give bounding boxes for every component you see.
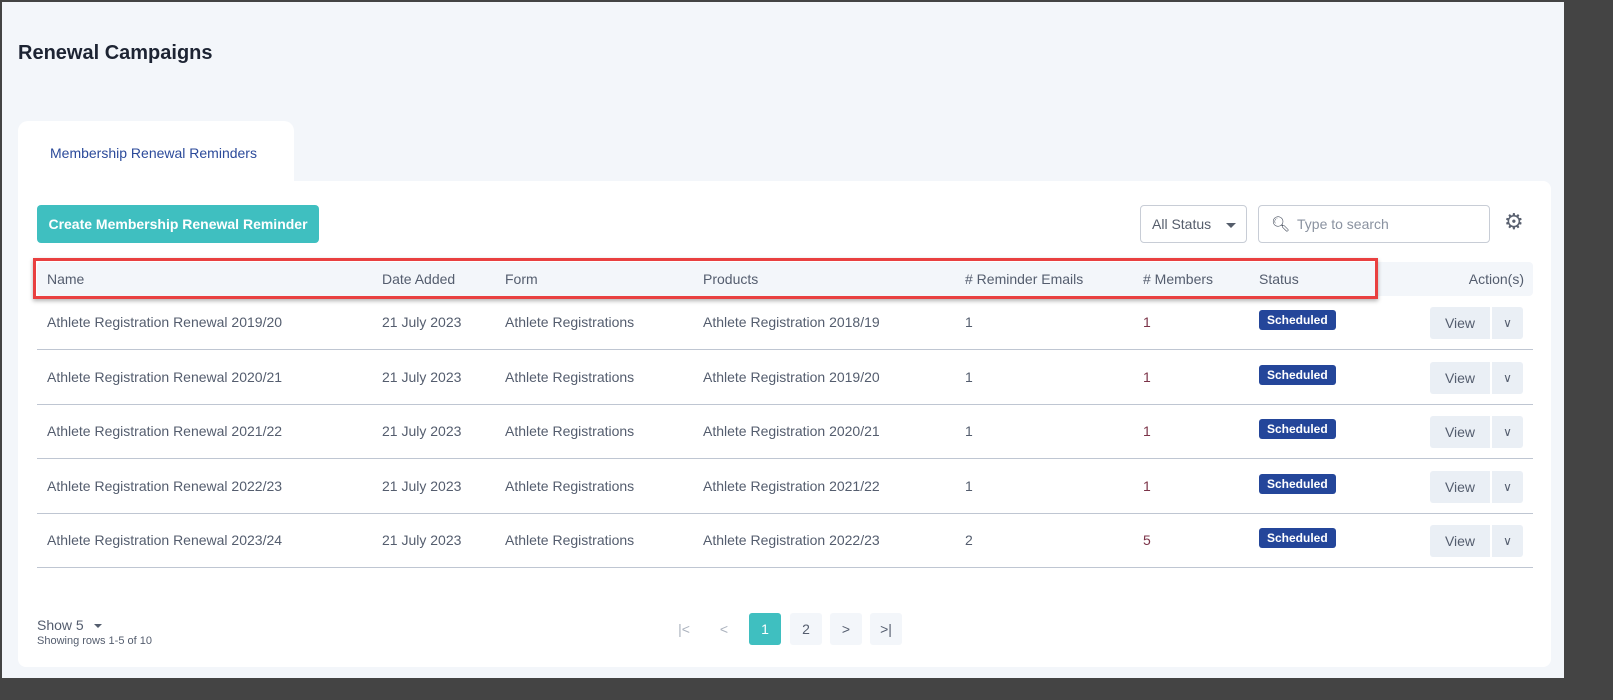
cell-date-added: 21 July 2023 [382, 477, 462, 494]
cell-date-added: 21 July 2023 [382, 314, 462, 330]
cell-date-added: 21 July 2023 [382, 368, 462, 385]
page-size-label: Show 5 [37, 617, 84, 633]
cell-name: Athlete Registration Renewal 2023/24 [47, 532, 283, 548]
create-reminder-button[interactable]: Create Membership Renewal Reminder [37, 205, 319, 243]
status-badge: Scheduled [1259, 364, 1336, 385]
chevron-down-icon[interactable]: ∨ [1492, 525, 1523, 557]
view-button[interactable]: View [1430, 525, 1490, 557]
content-card: Create Membership Renewal Reminder All S… [18, 181, 1551, 667]
first-page-button[interactable]: |< [668, 613, 700, 645]
table-row: Athlete Registration Renewal 2023/24 21 … [37, 514, 1533, 568]
page-title: Renewal Campaigns [18, 42, 213, 64]
header-highlight-box [33, 258, 1378, 299]
view-button[interactable]: View [1430, 416, 1490, 448]
cell-form: Athlete Registrations [505, 477, 635, 494]
tab-membership-renewal-reminders[interactable]: Membership Renewal Reminders [18, 121, 294, 183]
view-button[interactable]: View [1430, 307, 1490, 339]
caret-down-icon [93, 624, 102, 629]
table-row: Athlete Registration Renewal 2022/23 21 … [37, 460, 1533, 514]
chevron-down-icon[interactable]: ∨ [1492, 361, 1523, 394]
page-size-select[interactable]: Show 5 [37, 617, 102, 633]
cell-form: Athlete Registrations [505, 314, 635, 330]
search-placeholder: Type to search [1297, 216, 1389, 232]
cell-form: Athlete Registrations [505, 423, 635, 439]
page-1-button[interactable]: 1 [749, 613, 781, 645]
status-filter-select[interactable]: All Status [1140, 205, 1247, 243]
column-header-actions: Action(s) [1468, 271, 1524, 287]
cell-name: Athlete Registration Renewal 2022/23 [47, 477, 283, 494]
status-badge: Scheduled [1259, 419, 1336, 439]
chevron-down-icon[interactable]: ∨ [1492, 470, 1523, 503]
gear-icon[interactable]: ⚙ [1504, 211, 1524, 233]
cell-form: Athlete Registrations [505, 532, 635, 548]
cell-members: 1 [1143, 423, 1151, 439]
chevron-down-icon[interactable]: ∨ [1492, 307, 1523, 339]
cell-date-added: 21 July 2023 [382, 423, 462, 439]
cell-reminder-emails: 1 [965, 423, 973, 439]
view-button[interactable]: View [1430, 361, 1490, 394]
next-page-button[interactable]: > [830, 613, 862, 645]
cell-members: 1 [1143, 314, 1151, 330]
cell-date-added: 21 July 2023 [382, 532, 462, 548]
search-icon: 🔍︎ [1271, 216, 1291, 233]
table-row: Athlete Registration Renewal 2019/20 21 … [37, 296, 1533, 350]
cell-reminder-emails: 1 [965, 368, 973, 385]
chevron-down-icon[interactable]: ∨ [1492, 416, 1523, 448]
cell-reminder-emails: 1 [965, 477, 973, 494]
cell-reminder-emails: 1 [965, 314, 973, 330]
cell-members: 1 [1143, 477, 1151, 494]
cell-name: Athlete Registration Renewal 2020/21 [47, 368, 283, 385]
caret-down-icon [1226, 223, 1236, 228]
cell-name: Athlete Registration Renewal 2021/22 [47, 423, 283, 439]
prev-page-button[interactable]: < [708, 613, 740, 645]
cell-products: Athlete Registration 2021/22 [703, 477, 880, 494]
table-row: Athlete Registration Renewal 2020/21 21 … [37, 351, 1533, 405]
status-badge: Scheduled [1259, 528, 1336, 548]
rows-info: Showing rows 1-5 of 10 [37, 635, 152, 647]
last-page-button[interactable]: >| [870, 613, 902, 645]
cell-reminder-emails: 2 [965, 532, 973, 548]
view-button[interactable]: View [1430, 470, 1490, 503]
page: Renewal Campaigns Membership Renewal Rem… [2, 2, 1564, 678]
table-row: Athlete Registration Renewal 2021/22 21 … [37, 405, 1533, 459]
cell-products: Athlete Registration 2020/21 [703, 423, 880, 439]
status-filter-value: All Status [1152, 216, 1212, 232]
status-badge: Scheduled [1259, 473, 1336, 494]
cell-form: Athlete Registrations [505, 368, 635, 385]
cell-name: Athlete Registration Renewal 2019/20 [47, 314, 283, 330]
cell-products: Athlete Registration 2019/20 [703, 368, 880, 385]
search-input[interactable]: 🔍︎ Type to search [1258, 205, 1490, 243]
cell-products: Athlete Registration 2022/23 [703, 532, 880, 548]
cell-members: 1 [1143, 368, 1151, 385]
cell-members: 5 [1143, 532, 1151, 548]
page-2-button[interactable]: 2 [790, 613, 822, 645]
cell-products: Athlete Registration 2018/19 [703, 314, 880, 330]
status-badge: Scheduled [1259, 310, 1336, 330]
